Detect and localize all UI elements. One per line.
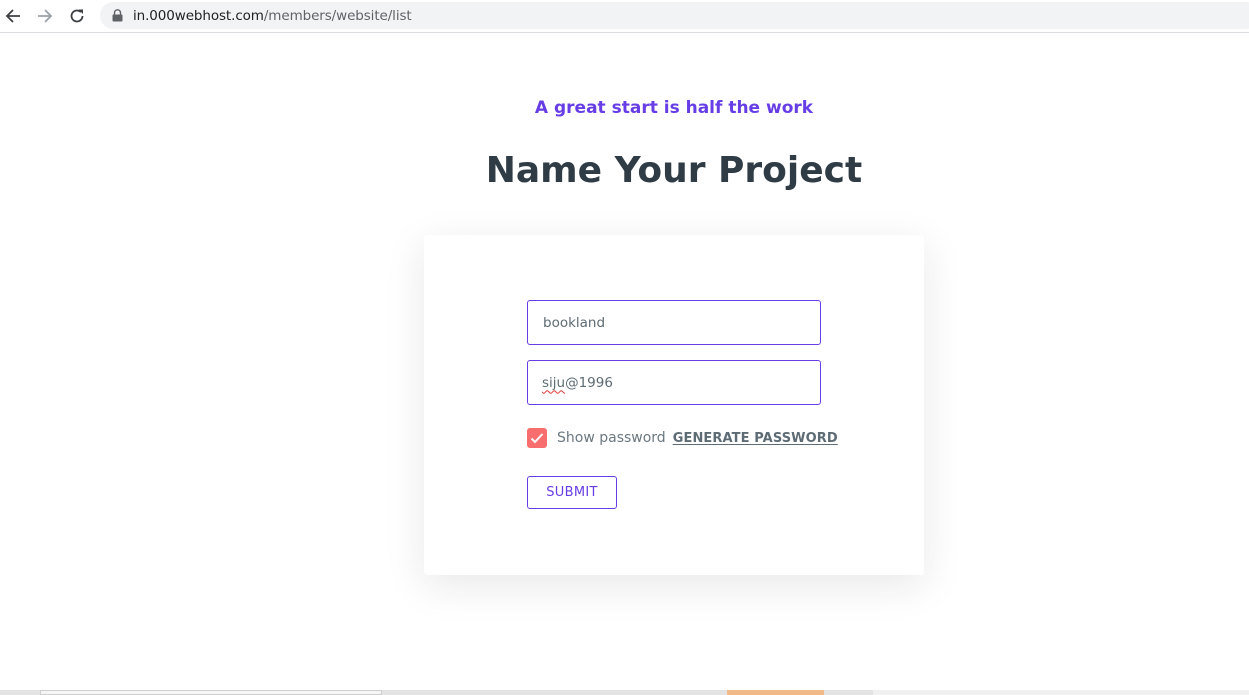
page-title: Name Your Project <box>485 150 863 191</box>
url-host: in.000webhost.com <box>133 7 264 24</box>
password-misspelled-part: siju <box>542 374 566 391</box>
taskbar-segment <box>727 690 824 695</box>
show-password-row: Show password GENERATE PASSWORD <box>527 428 838 448</box>
generate-password-link[interactable]: GENERATE PASSWORD <box>673 431 838 446</box>
lock-icon <box>112 9 124 23</box>
forward-button[interactable] <box>33 4 57 28</box>
taskbar-segment <box>873 690 1249 695</box>
show-password-checkbox[interactable] <box>527 428 547 448</box>
taskbar-segment <box>40 690 382 695</box>
project-form-card: siju@1996 Show password GENERATE PASSWOR… <box>424 235 924 575</box>
show-password-label: Show password <box>557 430 666 446</box>
submit-button[interactable]: SUBMIT <box>527 476 617 509</box>
address-bar[interactable]: in.000webhost.com/members/website/list <box>100 2 1249 29</box>
project-name-input[interactable] <box>527 300 821 345</box>
back-arrow-icon <box>5 9 20 23</box>
forward-arrow-icon <box>38 9 53 23</box>
url-path: /members/website/list <box>263 7 412 24</box>
password-input[interactable]: siju @1996 <box>527 360 821 405</box>
back-button[interactable] <box>1 4 25 28</box>
page-kicker: A great start is half the work <box>534 98 814 118</box>
reload-button[interactable] <box>65 4 89 28</box>
reload-icon <box>70 9 84 23</box>
browser-toolbar: in.000webhost.com/members/website/list <box>0 0 1249 33</box>
bottom-taskbar-strip <box>0 690 1249 695</box>
password-rest-part: @1996 <box>565 374 613 391</box>
checkmark-icon <box>530 433 544 444</box>
